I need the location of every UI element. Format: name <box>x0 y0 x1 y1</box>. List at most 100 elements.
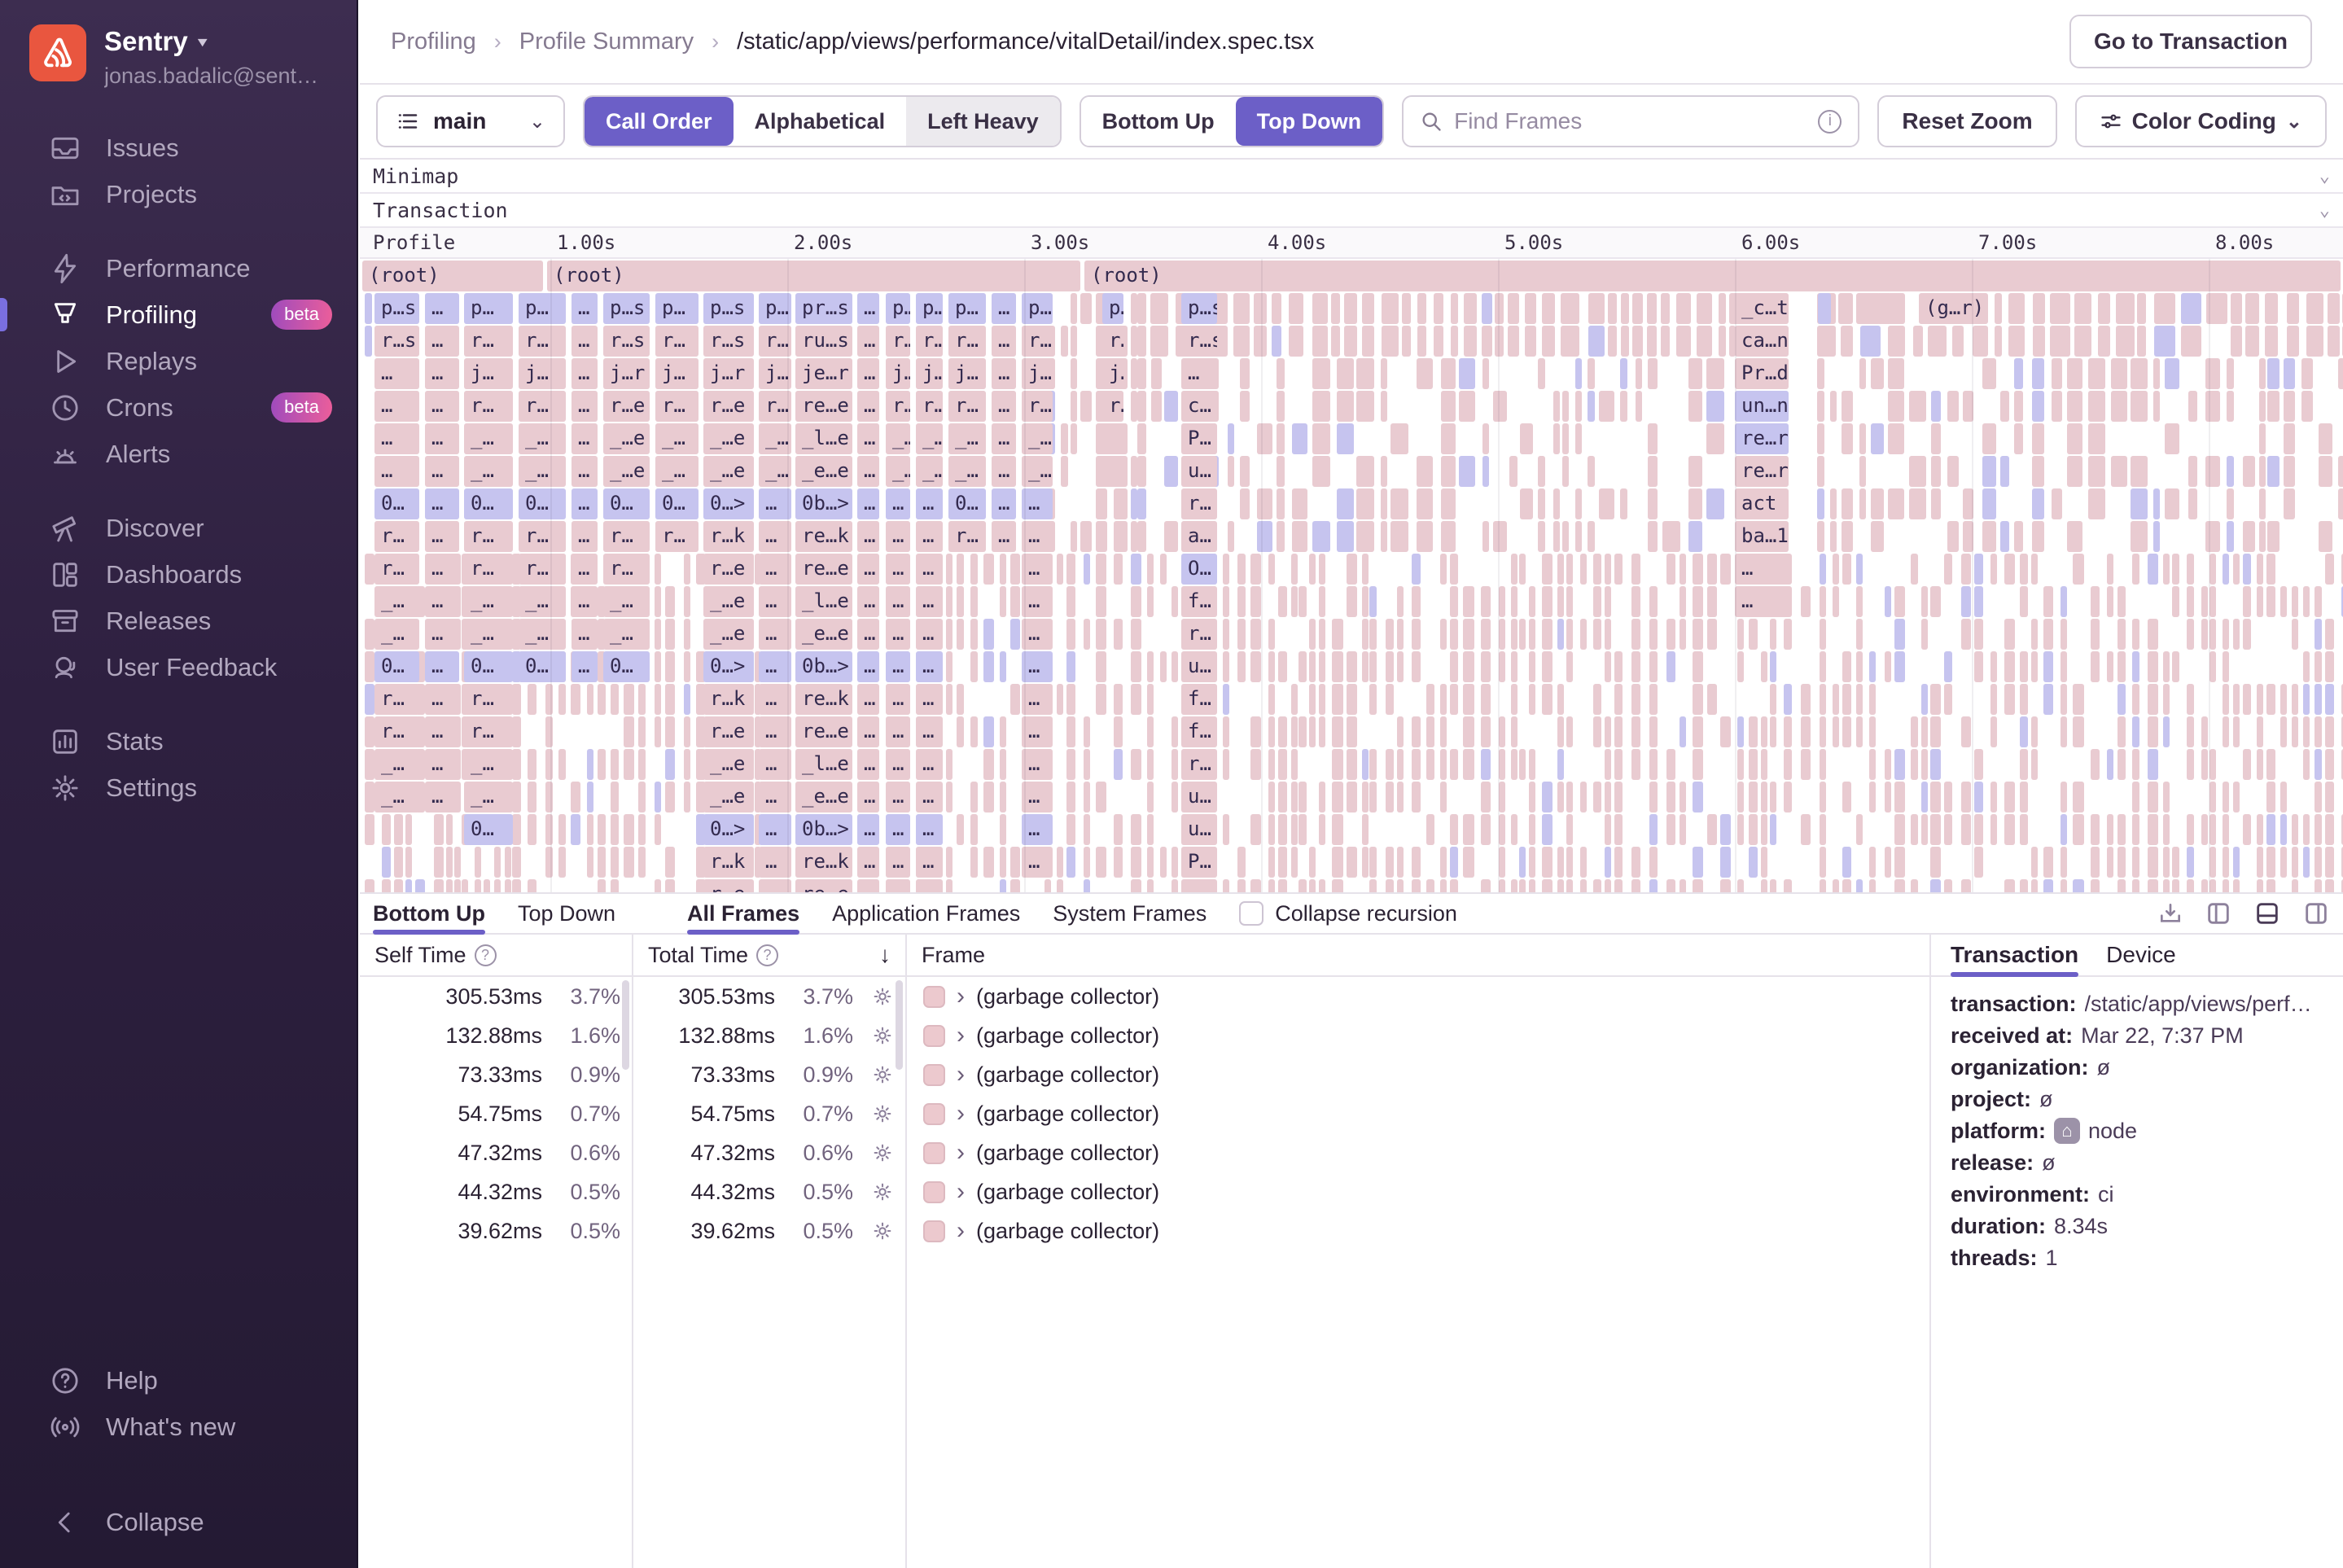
flame-frame[interactable]: r… <box>464 326 513 357</box>
flame-frame[interactable]: r…e <box>703 879 754 892</box>
flame-frame[interactable]: (root) <box>362 261 543 291</box>
total-time-cell[interactable]: 39.62ms0.5% <box>633 1211 905 1250</box>
flame-frame[interactable]: … <box>886 814 910 845</box>
flame-frame[interactable]: _e…e <box>795 456 852 487</box>
flame-frame[interactable]: 0… <box>374 651 419 682</box>
flame-frame[interactable]: r… <box>603 554 650 585</box>
flame-frame[interactable]: p…s <box>603 293 650 324</box>
reset-zoom-button[interactable]: Reset Zoom <box>1877 95 2056 147</box>
flame-frame[interactable]: … <box>916 749 943 780</box>
flame-frame[interactable]: ru…s <box>795 326 852 357</box>
flame-frame[interactable]: 0b…> <box>795 814 852 845</box>
flame-frame[interactable]: r… <box>655 326 699 357</box>
flame-frame[interactable]: … <box>886 749 910 780</box>
flame-frame[interactable]: … <box>759 782 791 812</box>
total-time-cell[interactable]: 54.75ms0.7% <box>633 1094 905 1133</box>
sidebar-item-dashboards[interactable]: Dashboards <box>0 551 357 598</box>
flame-frame[interactable]: … <box>1022 749 1053 780</box>
flame-frame[interactable]: u… <box>1181 651 1217 682</box>
flame-frame[interactable]: j… <box>655 358 699 389</box>
flame-frame[interactable]: r… <box>886 391 910 422</box>
flame-frame[interactable]: re…e <box>795 716 852 747</box>
flame-frame[interactable]: r… <box>519 391 566 422</box>
flame-frame[interactable]: … <box>572 293 598 324</box>
find-frames-input[interactable] <box>1454 108 1807 134</box>
flame-frame[interactable]: … <box>886 847 910 878</box>
flame-frame[interactable]: … <box>572 326 598 357</box>
tab-device[interactable]: Device <box>2106 935 2176 975</box>
flame-frame[interactable]: _… <box>759 423 791 454</box>
flame-frame[interactable]: r…s <box>374 326 419 357</box>
flame-frame[interactable]: … <box>992 521 1016 552</box>
flame-frame[interactable]: r… <box>1181 749 1217 780</box>
total-time-cell[interactable]: 47.32ms0.6% <box>633 1133 905 1172</box>
flame-frame[interactable]: … <box>857 391 879 422</box>
flame-frame[interactable]: r… <box>374 716 419 747</box>
flame-frame[interactable]: _… <box>519 423 566 454</box>
flame-frame[interactable]: … <box>916 814 943 845</box>
self-time-cell[interactable]: 132.88ms1.6% <box>360 1016 632 1055</box>
flame-frame[interactable]: … <box>374 391 419 422</box>
flame-frame[interactable]: ca…n <box>1735 326 1789 357</box>
flame-frame[interactable]: _l…e <box>795 749 852 780</box>
flame-frame[interactable]: _…e <box>703 782 754 812</box>
flame-frame[interactable]: 0b…> <box>795 488 852 519</box>
flame-frame[interactable]: … <box>425 586 459 617</box>
org-switcher[interactable]: Sentry▾ jonas.badalic@sent… <box>0 24 357 89</box>
flamegraph[interactable]: (root)(root)(root)p…sr…s…………0…r…r…_…_…0…… <box>360 259 2343 892</box>
table-tab-bottom-up[interactable]: Bottom Up <box>373 894 485 933</box>
self-time-cell[interactable]: 305.53ms3.7% <box>360 977 632 1016</box>
flame-frame[interactable]: r… <box>464 391 513 422</box>
flame-frame[interactable]: … <box>425 391 459 422</box>
flame-frame[interactable]: … <box>572 423 598 454</box>
download-icon[interactable] <box>2157 900 2183 926</box>
flame-frame[interactable]: … <box>916 586 943 617</box>
flame-frame[interactable]: _…e <box>603 423 650 454</box>
flame-frame[interactable]: pr…s <box>795 293 852 324</box>
flame-frame[interactable]: j… <box>916 358 943 389</box>
layout-right-icon[interactable] <box>2302 900 2330 927</box>
flame-frame[interactable]: … <box>916 847 943 878</box>
flame-frame[interactable]: … <box>916 651 943 682</box>
flame-frame[interactable]: … <box>374 456 419 487</box>
flame-frame-small[interactable] <box>1102 456 1123 487</box>
flame-frame[interactable]: … <box>759 847 791 878</box>
expand-chevron-icon[interactable]: › <box>955 1102 966 1126</box>
flame-frame[interactable]: … <box>759 651 791 682</box>
flame-frame[interactable]: _… <box>519 456 566 487</box>
flame-frame[interactable]: 0…> <box>703 488 754 519</box>
sort-descending-icon[interactable]: ↓ <box>879 942 891 968</box>
flame-frame[interactable]: f… <box>1181 684 1217 715</box>
flame-frame[interactable]: _… <box>916 456 943 487</box>
flame-frame[interactable]: re…r <box>1735 456 1789 487</box>
flame-frame[interactable]: p… <box>1102 293 1123 324</box>
flame-frame[interactable]: r… <box>759 391 791 422</box>
sidebar-item-replays[interactable]: Replays <box>0 338 357 384</box>
flame-frame[interactable]: … <box>759 619 791 650</box>
flame-frame[interactable]: … <box>572 651 598 682</box>
flame-frame[interactable]: re…k <box>795 847 852 878</box>
flame-frame[interactable]: j… <box>1102 358 1123 389</box>
flame-frame[interactable]: … <box>759 586 791 617</box>
flame-frame[interactable]: … <box>425 749 459 780</box>
flame-frame[interactable]: … <box>857 782 879 812</box>
flame-frame[interactable]: … <box>992 293 1016 324</box>
frame-row[interactable]: ›(garbage collector) <box>907 1055 1929 1094</box>
filter-tab-application-frames[interactable]: Application Frames <box>832 894 1020 933</box>
flame-frame[interactable]: … <box>857 684 879 715</box>
flame-frame[interactable]: … <box>1022 619 1053 650</box>
total-time-cell[interactable]: 44.32ms0.5% <box>633 1172 905 1211</box>
flame-frame[interactable]: r… <box>464 684 513 715</box>
flame-frame[interactable]: … <box>425 488 459 519</box>
flame-frame[interactable]: … <box>1022 586 1053 617</box>
flame-frame[interactable]: … <box>572 456 598 487</box>
flame-frame[interactable]: j… <box>948 358 986 389</box>
sort-call-order-button[interactable]: Call Order <box>585 97 734 146</box>
flame-frame[interactable]: _… <box>1022 423 1053 454</box>
flame-frame[interactable]: r… <box>886 326 910 357</box>
flame-frame[interactable]: … <box>916 716 943 747</box>
flame-frame[interactable]: … <box>992 358 1016 389</box>
flame-frame[interactable]: (root) <box>547 261 1080 291</box>
flame-frame[interactable]: _… <box>464 586 513 617</box>
frame-header[interactable]: Frame <box>907 935 1929 977</box>
